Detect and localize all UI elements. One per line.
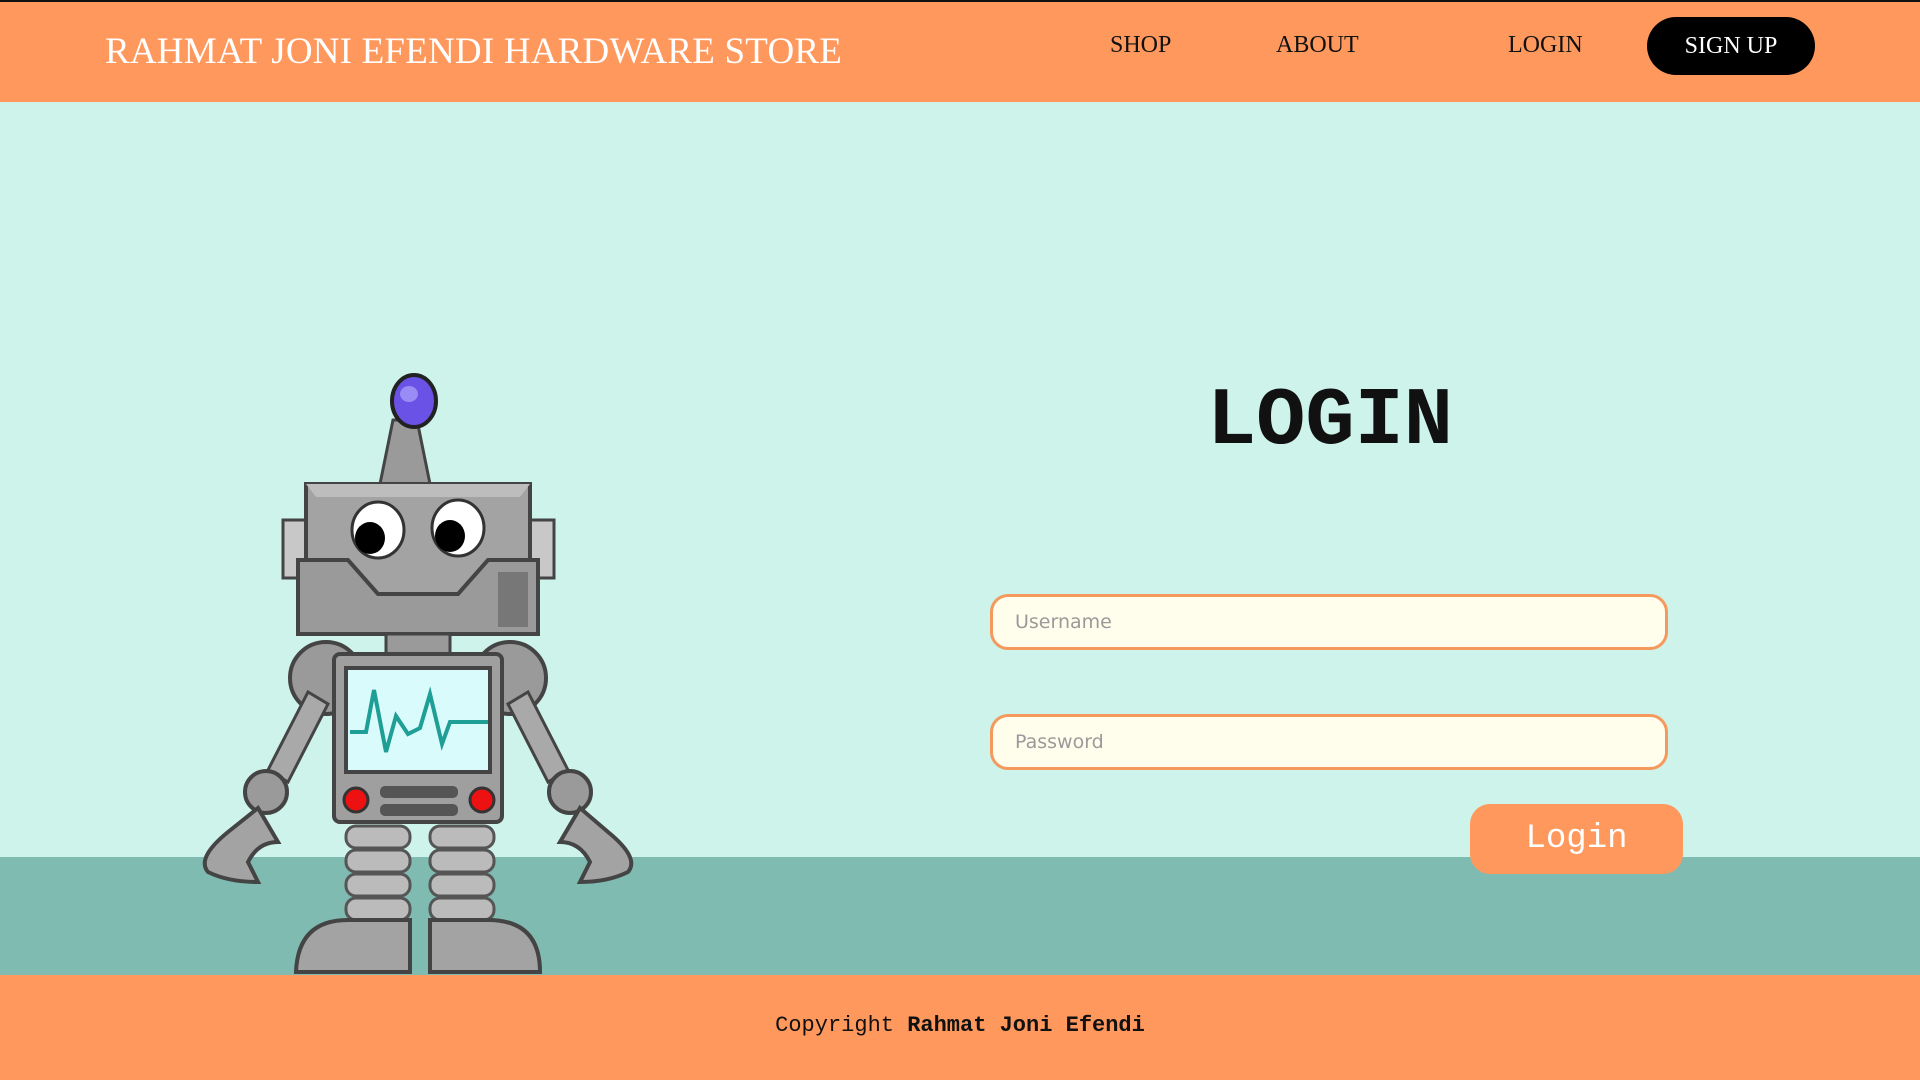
robot-illustration xyxy=(202,373,634,974)
login-submit-button[interactable]: Login xyxy=(1470,804,1683,874)
nav-login-link[interactable]: LOGIN xyxy=(1508,32,1583,59)
signup-button[interactable]: SIGN UP xyxy=(1647,17,1815,75)
navbar: RAHMAT JONI EFENDI HARDWARE STORE SHOP A… xyxy=(0,2,1920,102)
password-input[interactable] xyxy=(990,714,1668,770)
nav-about-link[interactable]: ABOUT xyxy=(1276,32,1359,59)
copyright-owner: Rahmat Joni Efendi xyxy=(907,1013,1145,1038)
login-title: LOGIN xyxy=(1206,375,1454,468)
username-input[interactable] xyxy=(990,594,1668,650)
footer: Copyright Rahmat Joni Efendi xyxy=(0,975,1920,1080)
store-brand[interactable]: RAHMAT JONI EFENDI HARDWARE STORE xyxy=(105,30,842,73)
copyright-prefix: Copyright xyxy=(775,1013,894,1038)
nav-shop-link[interactable]: SHOP xyxy=(1110,32,1171,59)
copyright-text: Copyright Rahmat Joni Efendi xyxy=(0,1013,1920,1038)
